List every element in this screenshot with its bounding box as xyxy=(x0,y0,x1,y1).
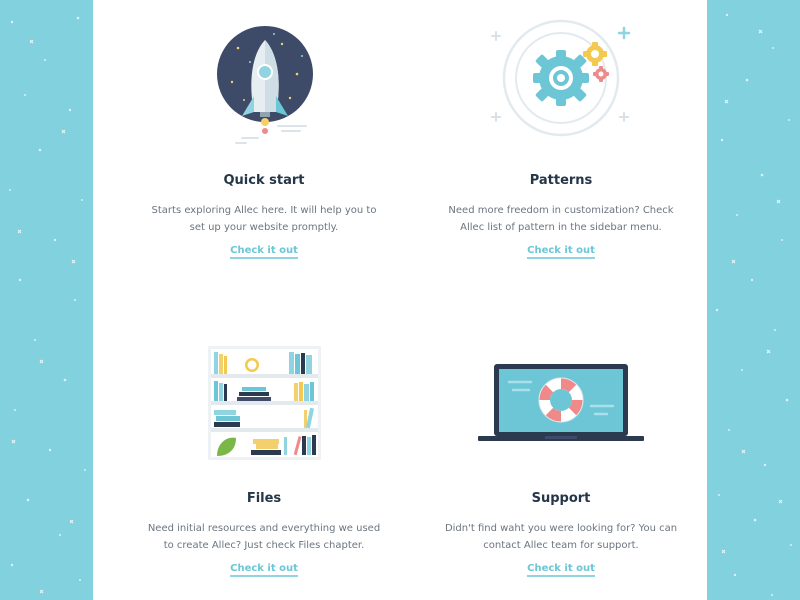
card-title: Patterns xyxy=(529,173,593,188)
card-description: Starts exploring Allec here. It will hel… xyxy=(151,205,377,233)
check-it-out-link[interactable]: Check it out xyxy=(230,245,298,259)
card-description: Need initial resources and everything we… xyxy=(147,523,381,551)
starry-background-right xyxy=(707,0,800,600)
card-files: Files Need initial resources and everyth… xyxy=(124,318,404,588)
card-quick-start: Quick start Starts exploring Allec here.… xyxy=(124,0,404,280)
card-link: Check it out xyxy=(124,245,404,259)
card-title: Files xyxy=(246,491,282,506)
check-it-out-link[interactable]: Check it out xyxy=(230,563,298,577)
card-link: Check it out xyxy=(421,563,701,577)
card-patterns: Patterns Need more freedom in customizat… xyxy=(421,0,701,280)
card-description: Didn't find waht you were looking for? Y… xyxy=(444,523,678,551)
check-it-out-link[interactable]: Check it out xyxy=(527,563,595,577)
check-it-out-link[interactable]: Check it out xyxy=(527,245,595,259)
card-title: Support xyxy=(531,491,591,506)
card-link: Check it out xyxy=(124,563,404,577)
starry-background-left xyxy=(0,0,93,600)
card-link: Check it out xyxy=(421,245,701,259)
stars-pattern xyxy=(9,16,86,594)
laptop-lifebuoy-icon xyxy=(421,362,701,452)
card-title: Quick start xyxy=(223,173,305,188)
main-panel: Quick start Starts exploring Allec here.… xyxy=(93,0,707,600)
card-description: Need more freedom in customization? Chec… xyxy=(448,205,674,233)
gears-icon xyxy=(421,12,701,147)
stars-pattern xyxy=(715,13,792,596)
bookshelf-icon xyxy=(124,346,404,462)
rocket-icon xyxy=(124,12,404,147)
card-support: Support Didn't find waht you were lookin… xyxy=(421,318,701,588)
